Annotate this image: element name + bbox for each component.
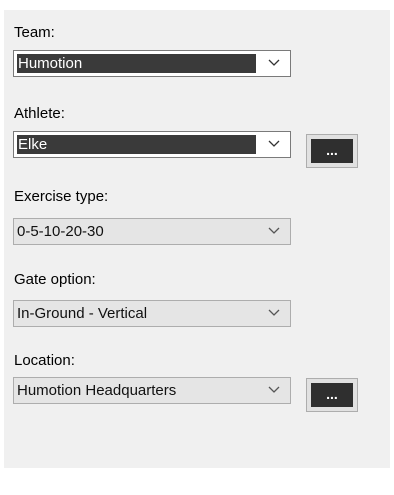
athlete-label: Athlete: <box>14 105 65 122</box>
athlete-dropdown[interactable]: Elke <box>13 131 291 158</box>
gate-option-value: In-Ground - Vertical <box>17 305 148 322</box>
chevron-down-icon <box>268 227 280 234</box>
chevron-down-icon <box>268 309 280 316</box>
exercise-type-label: Exercise type: <box>14 188 109 205</box>
team-dropdown[interactable]: Humotion <box>13 50 291 77</box>
chevron-down-icon <box>268 386 280 393</box>
chevron-down-icon <box>268 59 280 66</box>
selection-panel: Team: Humotion Athlete: Elke ... Exercis… <box>4 10 390 468</box>
location-browse-button[interactable]: ... <box>306 378 358 412</box>
location-value: Humotion Headquarters <box>17 382 177 399</box>
athlete-value: Elke <box>17 135 256 154</box>
location-dropdown[interactable]: Humotion Headquarters <box>13 377 291 404</box>
gate-option-dropdown[interactable]: In-Ground - Vertical <box>13 300 291 327</box>
gate-option-label: Gate option: <box>14 271 96 288</box>
team-value: Humotion <box>17 54 256 73</box>
chevron-down-icon <box>268 140 280 147</box>
athlete-browse-label: ... <box>311 139 353 163</box>
location-browse-label: ... <box>311 383 353 407</box>
exercise-type-value: 0-5-10-20-30 <box>17 223 104 240</box>
location-label: Location: <box>14 352 75 369</box>
team-label: Team: <box>14 24 55 41</box>
athlete-browse-button[interactable]: ... <box>306 134 358 168</box>
exercise-type-dropdown[interactable]: 0-5-10-20-30 <box>13 218 291 245</box>
